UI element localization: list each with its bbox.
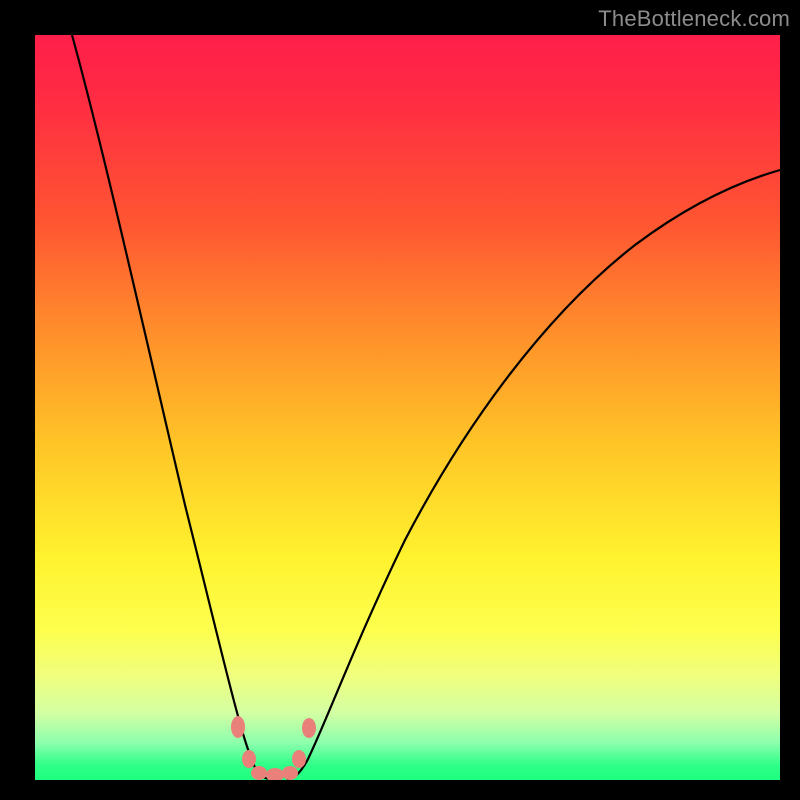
marker-bottom-a — [251, 766, 267, 780]
marker-bottom-c — [282, 766, 298, 780]
watermark-text: TheBottleneck.com — [598, 6, 790, 32]
curve-left-branch — [72, 35, 271, 779]
data-markers — [231, 716, 316, 780]
marker-right-bottom — [292, 750, 306, 768]
plot-area — [35, 35, 780, 780]
marker-left-bottom — [242, 750, 256, 768]
marker-right-top — [302, 718, 316, 738]
curve-layer — [35, 35, 780, 780]
marker-bottom-b — [266, 768, 284, 780]
curve-right-branch — [287, 170, 780, 779]
outer-frame: TheBottleneck.com — [0, 0, 800, 800]
marker-left-top — [231, 716, 245, 738]
